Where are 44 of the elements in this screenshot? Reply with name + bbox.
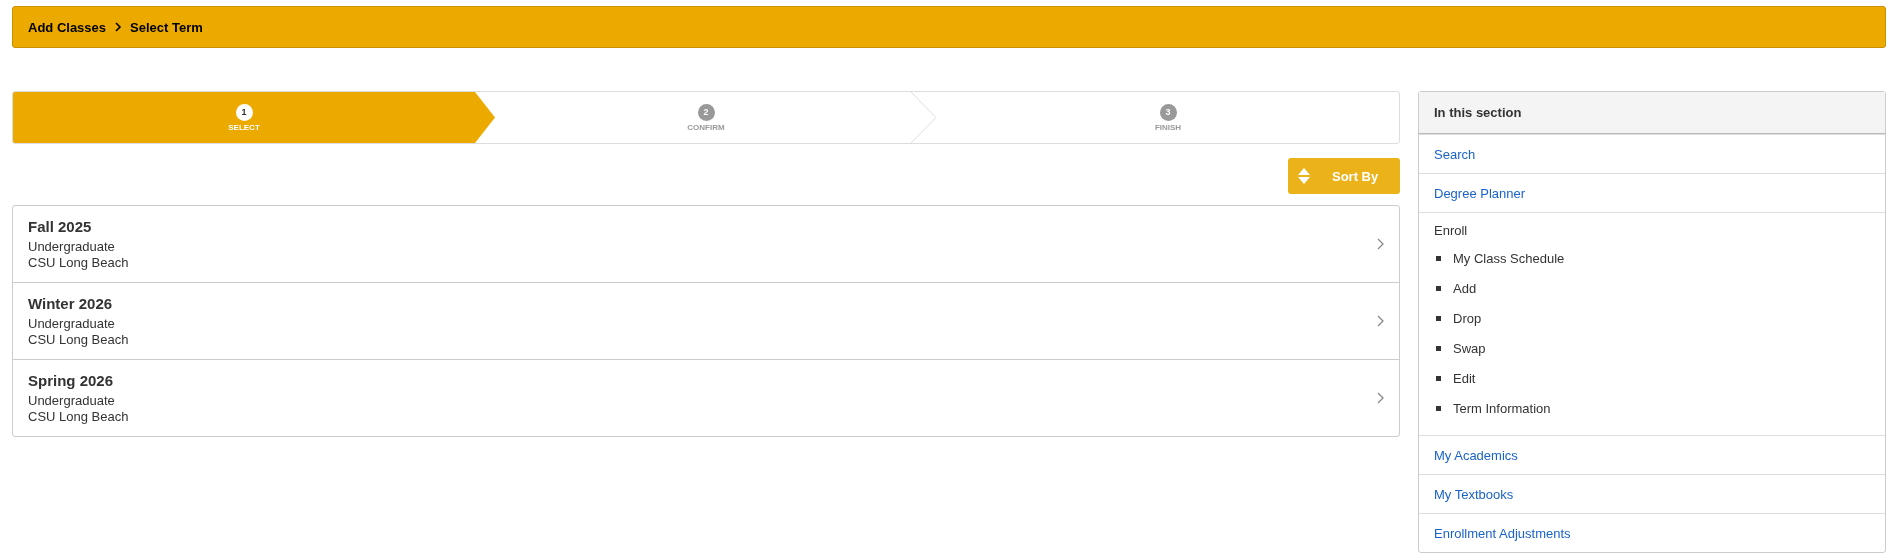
step-label: CONFIRM [687,122,725,132]
term-row[interactable]: Winter 2026 Undergraduate CSU Long Beach [13,282,1399,359]
sidebar-sub-item[interactable]: Drop [1453,310,1482,326]
sidebar-sub-item[interactable]: My Class Schedule [1453,250,1565,266]
sidebar-sub-item[interactable]: Term Information [1453,400,1551,416]
term-campus: CSU Long Beach [28,254,130,271]
bullet-icon [1436,285,1441,291]
term-row[interactable]: Fall 2025 Undergraduate CSU Long Beach [13,206,1399,282]
term-title: Winter 2026 [28,294,114,312]
step-label: SELECT [228,122,260,132]
step-label: FINISH [1154,122,1182,132]
chevron-icon [114,22,123,32]
sort-icon [1298,168,1310,184]
sidebar-link[interactable]: Search [1434,135,1870,173]
sidebar-title: In this section [1434,105,1522,120]
breadcrumb-item: Select Term [130,19,203,35]
chevron-right-icon [1377,238,1384,250]
term-campus: CSU Long Beach [28,408,130,425]
bullet-icon [1436,375,1441,381]
term-title: Spring 2026 [28,371,115,389]
sidebar-sub-item[interactable]: Edit [1453,370,1476,386]
breadcrumb-item: Add Classes [28,19,107,35]
sidebar-link[interactable]: My Textbooks [1434,475,1870,513]
term-campus: CSU Long Beach [28,331,130,348]
chevron-right-icon [1377,315,1384,327]
bullet-icon [1436,405,1441,411]
step-number: 3 [1159,103,1177,121]
sidebar-sub-item[interactable]: Add [1453,280,1477,296]
bullet-icon [1436,255,1441,261]
sidebar-link[interactable]: Enrollment Adjustments [1434,514,1870,552]
sidebar-link[interactable]: Degree Planner [1434,174,1870,212]
chevron-right-icon [1377,392,1384,404]
step-number: 1 [235,103,253,121]
term-title: Fall 2025 [28,217,93,235]
bullet-icon [1436,315,1441,321]
bullet-icon [1436,345,1441,351]
term-row[interactable]: Spring 2026 Undergraduate CSU Long Beach [13,359,1399,436]
step-number: 2 [697,103,715,121]
term-career: Undergraduate [28,238,116,255]
sidebar-sub-item[interactable]: Swap [1453,340,1486,356]
term-career: Undergraduate [28,315,116,332]
sidebar-group-title: Enroll [1434,223,1469,240]
term-career: Undergraduate [28,392,116,409]
sidebar-link[interactable]: My Academics [1434,436,1870,474]
